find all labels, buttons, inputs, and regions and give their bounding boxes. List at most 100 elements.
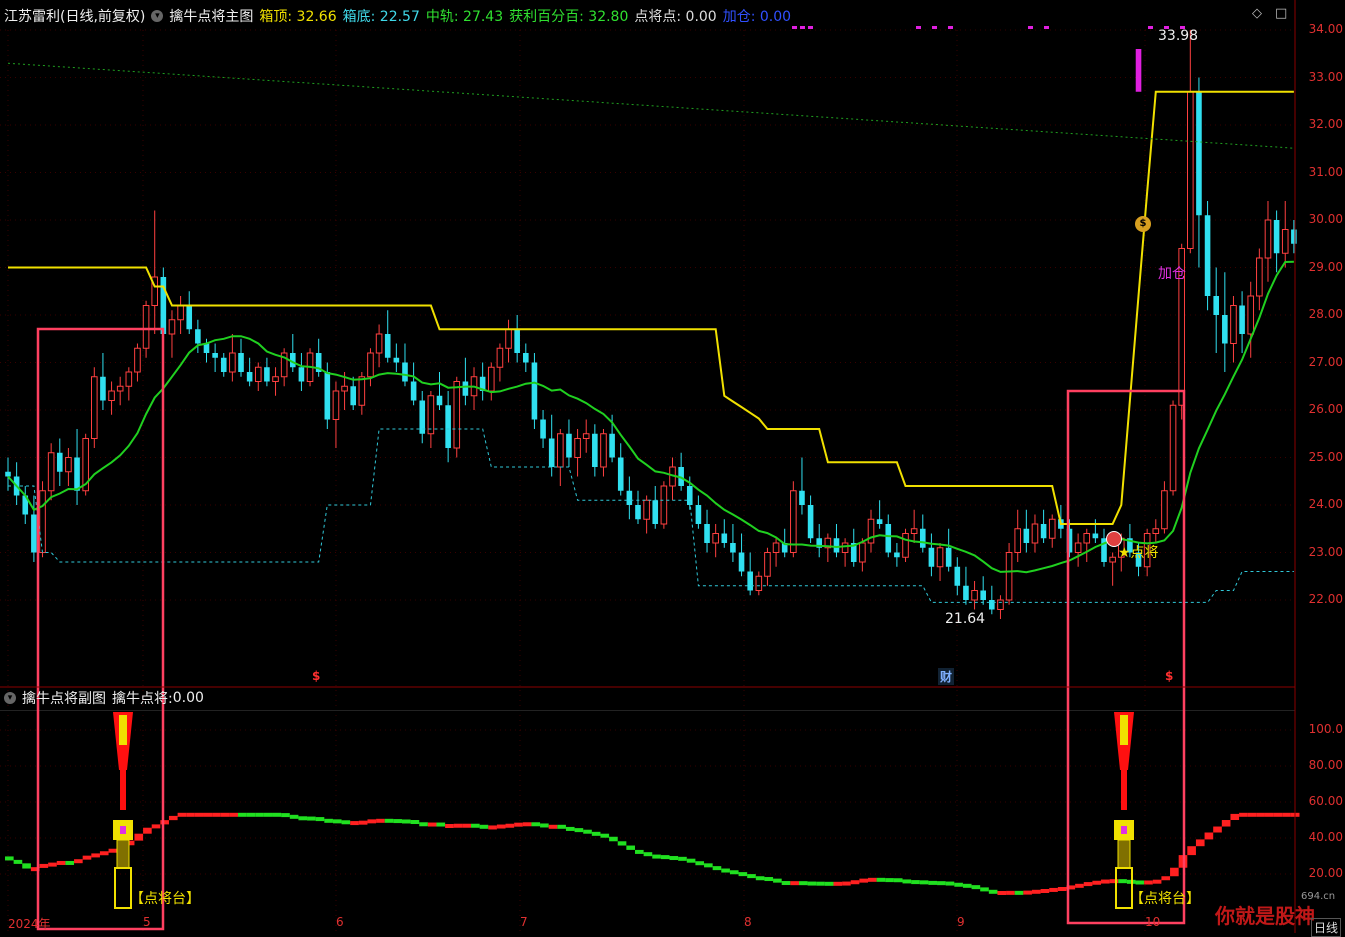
- sub-line-seg: [56, 860, 66, 865]
- date-tick: 5: [143, 915, 151, 929]
- candle: [738, 533, 745, 577]
- candle: [928, 533, 935, 577]
- sub-line-seg: [557, 824, 566, 829]
- sub-line-seg: [695, 861, 705, 866]
- candle: [1256, 248, 1263, 311]
- candle: [487, 362, 495, 401]
- sub-line-seg: [850, 880, 860, 885]
- indicator-field-0: 箱顶: 32.66: [259, 9, 337, 25]
- sub-line-seg: [488, 825, 497, 830]
- sub-line-seg: [367, 819, 377, 824]
- candle: [402, 343, 408, 387]
- candle: [254, 362, 262, 391]
- candle: [945, 528, 952, 572]
- sub-line-seg: [263, 812, 273, 817]
- price-tick: 22.00: [1308, 592, 1343, 606]
- sub-line-seg: [376, 818, 385, 823]
- sub-indicator-name[interactable]: 擒牛点将副图: [22, 688, 106, 708]
- sub-line-seg: [574, 828, 584, 833]
- indicator-toggle-icon[interactable]: ▾: [151, 10, 164, 22]
- sub-line-seg: [1204, 832, 1214, 840]
- sub-line-seg: [1049, 887, 1058, 892]
- sub-value-tick: 80.00: [1308, 758, 1343, 772]
- magenta-dot: [808, 26, 813, 29]
- candle: [384, 310, 391, 363]
- indicator-name[interactable]: 擒牛点将主图: [169, 6, 253, 26]
- candle: [1074, 533, 1082, 567]
- diamond-icon[interactable]: ◇: [1252, 6, 1262, 21]
- candle: [272, 367, 279, 396]
- sub-line-seg: [143, 827, 152, 834]
- sub-line-seg: [1264, 812, 1274, 817]
- sub-line-seg: [911, 880, 920, 885]
- sub-line-seg: [807, 881, 817, 886]
- sub-line-seg: [747, 874, 756, 879]
- sub-line-seg: [1101, 879, 1110, 884]
- date-tick: 7: [520, 915, 528, 929]
- candle: [540, 410, 546, 448]
- sub-line-seg: [773, 878, 782, 883]
- sub-line-seg: [1230, 813, 1240, 821]
- price-tick: 33.00: [1308, 69, 1343, 84]
- sub-line-seg: [686, 858, 696, 863]
- sub-value-tick: 40.00: [1308, 830, 1343, 844]
- candle: [367, 348, 374, 387]
- sub-line-seg: [945, 881, 955, 886]
- stock-title[interactable]: 江苏雷利(日线,前复权): [4, 6, 145, 26]
- candle: [220, 353, 227, 377]
- candle: [427, 391, 435, 448]
- candle: [47, 443, 55, 501]
- dividend-icon-1[interactable]: $: [312, 669, 320, 683]
- sub-line-seg: [203, 812, 213, 817]
- sub-line-seg: [600, 833, 610, 838]
- price-tick: 32.00: [1308, 117, 1343, 131]
- candle: [56, 438, 63, 486]
- date-tick: 2024年: [8, 917, 51, 931]
- indicator-field-1: 箱底: 22.57: [342, 9, 420, 25]
- candle: [626, 476, 633, 520]
- magenta-dot: [932, 26, 937, 29]
- candle: [116, 376, 124, 406]
- sub-indicator-toggle-icon[interactable]: ▾: [4, 692, 16, 704]
- candle: [246, 357, 253, 387]
- sub-line-seg: [971, 885, 981, 890]
- candle: [807, 495, 814, 543]
- sub-line-seg: [453, 823, 463, 828]
- candle: [1281, 201, 1289, 268]
- candle: [841, 538, 849, 567]
- candle: [799, 457, 805, 515]
- magenta-dot: [948, 26, 953, 29]
- sub-line-seg: [220, 812, 230, 817]
- sub-line-seg: [1187, 846, 1196, 856]
- sub-indicator-markers: [113, 712, 1134, 909]
- candle: [833, 524, 840, 558]
- candle: [764, 547, 771, 586]
- sub-line-seg: [764, 877, 774, 882]
- sub-line-seg: [531, 822, 541, 827]
- sub-line-seg: [505, 823, 515, 828]
- finance-report-icon[interactable]: 财: [938, 668, 955, 685]
- candle: [704, 509, 710, 553]
- indicator-field-4: 点将点: 0.00: [634, 9, 717, 25]
- candle: [375, 324, 383, 368]
- candle: [350, 376, 356, 410]
- sub-line-seg: [1023, 890, 1032, 895]
- indicator-field-3: 获利百分百: 32.80: [509, 9, 629, 25]
- timeframe-label[interactable]: 日线: [1311, 918, 1342, 937]
- sub-value-tick: 60.00: [1308, 794, 1343, 808]
- sub-line-seg: [462, 823, 472, 828]
- dividend-icon-2[interactable]: $: [1165, 669, 1173, 683]
- price-tick: 34.00: [1308, 22, 1343, 36]
- sub-line-seg: [997, 890, 1007, 895]
- candle: [22, 486, 29, 524]
- sub-line-seg: [298, 816, 308, 821]
- price-tick: 30.00: [1308, 212, 1343, 226]
- sub-line-seg: [980, 887, 989, 892]
- sub-line-seg: [1092, 880, 1102, 885]
- stock-chart-canvas[interactable]: [0, 0, 1345, 933]
- candle: [1109, 552, 1116, 586]
- sub-line-seg: [893, 878, 903, 883]
- candle: [186, 291, 193, 334]
- maximize-icon[interactable]: □: [1275, 6, 1287, 21]
- candle: [721, 519, 728, 548]
